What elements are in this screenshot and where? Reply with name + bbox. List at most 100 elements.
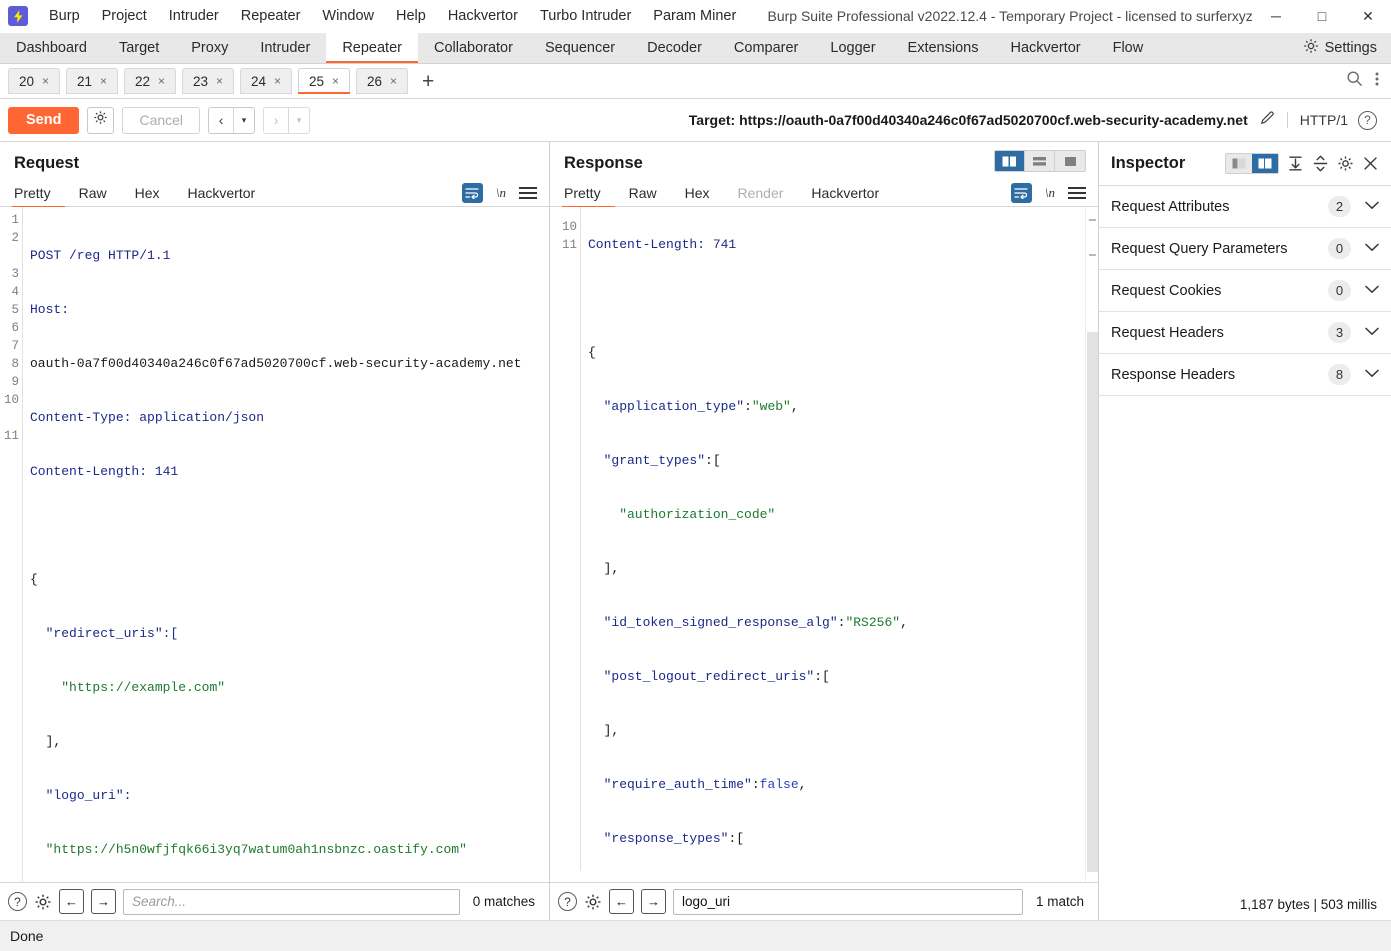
response-tab-hex[interactable]: Hex (671, 179, 724, 207)
settings-button[interactable]: Settings (1295, 33, 1391, 63)
response-search-input[interactable] (673, 888, 1023, 915)
tab-logger[interactable]: Logger (814, 33, 891, 63)
inspector-section-request-headers[interactable]: Request Headers 3 (1099, 312, 1391, 354)
hamburger-menu-icon[interactable] (1068, 186, 1086, 199)
tab-comparer[interactable]: Comparer (718, 33, 814, 63)
close-icon[interactable]: × (158, 74, 165, 88)
chevron-down-icon[interactable] (1365, 285, 1379, 297)
tab-decoder[interactable]: Decoder (631, 33, 718, 63)
split-horizontal-icon[interactable] (1025, 151, 1055, 171)
add-tab-button[interactable]: + (414, 71, 442, 92)
close-icon[interactable]: × (274, 74, 281, 88)
menu-item-window[interactable]: Window (311, 4, 385, 28)
close-icon[interactable]: × (216, 74, 223, 88)
menu-item-project[interactable]: Project (91, 4, 158, 28)
repeater-tab-22[interactable]: 22 × (124, 68, 176, 94)
request-tab-raw[interactable]: Raw (65, 179, 121, 207)
chevron-down-icon[interactable]: ▾ (234, 115, 254, 126)
newline-icon[interactable]: \n (1045, 185, 1055, 201)
close-button[interactable]: ✕ (1345, 0, 1391, 33)
panel-split-icon[interactable] (1252, 154, 1278, 173)
repeater-tab-23[interactable]: 23 × (182, 68, 234, 94)
request-tab-pretty[interactable]: Pretty (12, 179, 65, 208)
help-circle-icon[interactable]: ? (1358, 110, 1377, 130)
send-button[interactable]: Send (8, 106, 80, 134)
send-settings-button[interactable] (87, 106, 115, 134)
single-pane-icon[interactable] (1055, 151, 1085, 171)
tab-repeater[interactable]: Repeater (326, 33, 418, 63)
split-vertical-icon[interactable] (995, 151, 1025, 171)
inspector-section-request-attributes[interactable]: Request Attributes 2 (1099, 186, 1391, 228)
close-icon[interactable]: × (332, 74, 339, 88)
tab-extensions[interactable]: Extensions (892, 33, 995, 63)
search-icon[interactable] (1346, 70, 1363, 92)
close-icon[interactable]: × (390, 74, 397, 88)
response-tab-hackvertor[interactable]: Hackvertor (797, 179, 893, 207)
inspector-section-request-query-parameters[interactable]: Request Query Parameters 0 (1099, 228, 1391, 270)
request-tab-hackvertor[interactable]: Hackvertor (174, 179, 270, 207)
inspector-section-response-headers[interactable]: Response Headers 8 (1099, 354, 1391, 396)
chevron-down-icon[interactable] (1365, 369, 1379, 381)
response-tab-render[interactable]: Render (724, 179, 798, 207)
scrollbar-thumb[interactable] (1087, 332, 1098, 872)
menu-item-repeater[interactable]: Repeater (230, 4, 312, 28)
search-next-button[interactable]: → (91, 889, 116, 914)
word-wrap-icon[interactable] (461, 182, 483, 203)
back-button[interactable]: ‹ (209, 112, 233, 128)
request-editor[interactable]: 1 2 . 3 4 5 6 7 8 9 10 . 11 (0, 207, 549, 882)
gear-icon[interactable] (584, 893, 602, 911)
menu-item-turbo-intruder[interactable]: Turbo Intruder (529, 4, 642, 28)
back-nav-group[interactable]: ‹ ▾ (208, 106, 256, 134)
inspector-section-request-cookies[interactable]: Request Cookies 0 (1099, 270, 1391, 312)
repeater-tab-21[interactable]: 21 × (66, 68, 118, 94)
request-tab-hex[interactable]: Hex (121, 179, 174, 207)
tab-hackvertor[interactable]: Hackvertor (994, 33, 1096, 63)
request-code[interactable]: POST /reg HTTP/1.1 Host: oauth-0a7f00d40… (22, 207, 549, 882)
maximize-button[interactable]: □ (1299, 0, 1345, 33)
tab-collaborator[interactable]: Collaborator (418, 33, 529, 63)
kebab-menu-icon[interactable] (1375, 71, 1379, 92)
tab-sequencer[interactable]: Sequencer (529, 33, 631, 63)
repeater-tab-25[interactable]: 25 × (298, 68, 350, 94)
response-code[interactable]: Content-Length: 741 { "application_type"… (580, 207, 1098, 871)
repeater-tab-26[interactable]: 26 × (356, 68, 408, 94)
close-icon[interactable]: × (100, 74, 107, 88)
collapse-all-icon[interactable] (1312, 155, 1329, 172)
http-version-label[interactable]: HTTP/1 (1286, 112, 1348, 128)
panel-left-icon[interactable] (1226, 154, 1252, 173)
tab-dashboard[interactable]: Dashboard (0, 33, 103, 63)
search-prev-button[interactable]: ← (59, 889, 84, 914)
chevron-down-icon[interactable] (1365, 201, 1379, 213)
word-wrap-icon[interactable] (1010, 182, 1032, 203)
tab-flow[interactable]: Flow (1097, 33, 1160, 63)
menu-item-burp[interactable]: Burp (38, 4, 91, 28)
tab-proxy[interactable]: Proxy (175, 33, 244, 63)
menu-item-intruder[interactable]: Intruder (158, 4, 230, 28)
newline-icon[interactable]: \n (496, 185, 506, 201)
gear-icon[interactable] (1337, 155, 1354, 172)
gear-icon[interactable] (34, 893, 52, 911)
response-editor[interactable]: . 10 11 Content-Length: 741 { "applicati… (550, 207, 1098, 882)
response-scrollbar[interactable] (1085, 207, 1098, 882)
response-tab-pretty[interactable]: Pretty (562, 179, 615, 208)
chevron-down-icon[interactable]: ▾ (289, 115, 309, 126)
search-next-button[interactable]: → (641, 889, 666, 914)
menu-item-hackvertor[interactable]: Hackvertor (437, 4, 529, 28)
chevron-down-icon[interactable] (1365, 243, 1379, 255)
expand-all-icon[interactable] (1287, 155, 1304, 172)
close-icon[interactable] (1362, 155, 1379, 172)
tab-intruder[interactable]: Intruder (244, 33, 326, 63)
cancel-button[interactable]: Cancel (122, 106, 201, 134)
search-prev-button[interactable]: ← (609, 889, 634, 914)
response-tab-raw[interactable]: Raw (615, 179, 671, 207)
request-search-input[interactable] (123, 888, 460, 915)
repeater-tab-24[interactable]: 24 × (240, 68, 292, 94)
pencil-icon[interactable] (1258, 108, 1277, 132)
chevron-down-icon[interactable] (1365, 327, 1379, 339)
close-icon[interactable]: × (42, 74, 49, 88)
minimize-button[interactable]: ─ (1253, 0, 1299, 33)
menu-item-param-miner[interactable]: Param Miner (642, 4, 747, 28)
help-circle-icon[interactable]: ? (558, 892, 577, 911)
forward-nav-group[interactable]: › ▾ (263, 106, 311, 134)
tab-target[interactable]: Target (103, 33, 175, 63)
